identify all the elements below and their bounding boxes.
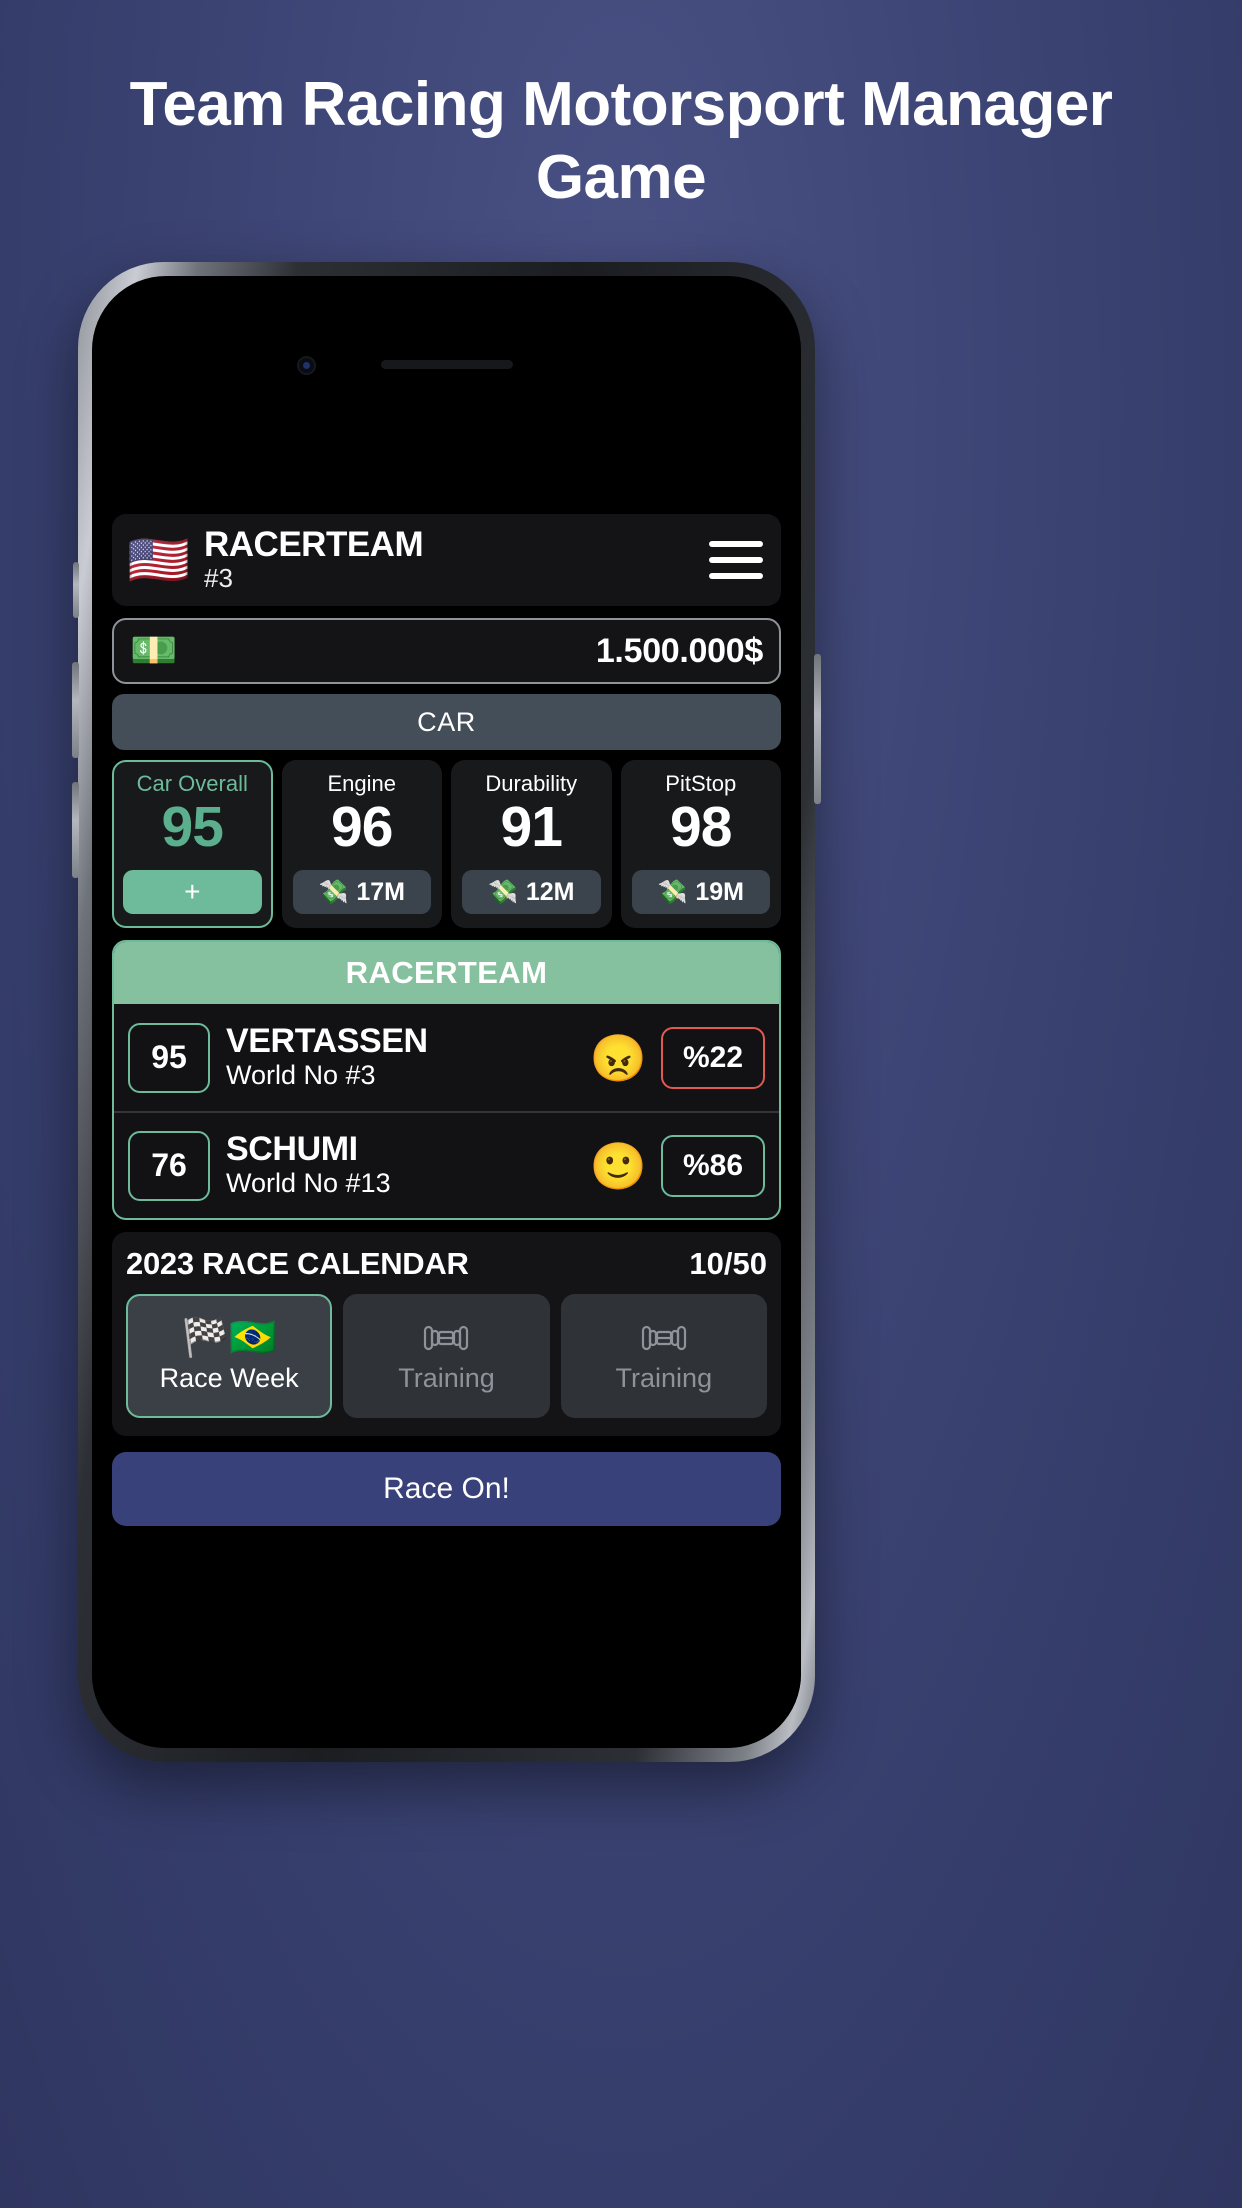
drivers-panel: RACERTEAM 95 VERTASSEN World No #3 😠 %22… [112,940,781,1220]
stat-cost-value: 17M [356,877,406,906]
stat-cost-chip[interactable]: 💸 19M [631,870,770,914]
app-screen: 🇺🇸 RACERTEAM #3 💵 1.500.000$ CAR Car Ove… [92,434,801,1748]
driver-info: VERTASSEN World No #3 [226,1023,590,1091]
driver-row[interactable]: 76 SCHUMI World No #13 🙂 %86 [114,1111,779,1218]
race-calendar-header: 2023 RACE CALENDAR 10/50 [126,1246,767,1282]
phone-mute-switch [73,562,79,618]
driver-row[interactable]: 95 VERTASSEN World No #3 😠 %22 [114,1004,779,1111]
race-on-button[interactable]: Race On! [112,1452,781,1526]
driver-name: VERTASSEN [226,1022,428,1061]
stat-value: 91 [500,795,563,860]
phone-earpiece-speaker [380,360,513,369]
stat-value: 96 [331,795,393,860]
driver-info: SCHUMI World No #13 [226,1131,590,1199]
stat-cost-value: 12M [525,877,575,906]
race-calendar-panel: 2023 RACE CALENDAR 10/50 🏁🇧🇷 Race Week T… [112,1232,781,1436]
stat-label: Engine [327,771,396,796]
stat-label: PitStop [665,771,737,796]
team-flag-icon: 🇺🇸 [128,532,190,588]
stat-label: Car Overall [136,771,248,796]
checkered-flag-and-country-flag-icon: 🏁🇧🇷 [181,1316,277,1359]
driver-name: SCHUMI [226,1130,358,1169]
calendar-tile-training-1[interactable]: Training [343,1294,550,1418]
driver-morale-badge: %22 [661,1026,765,1089]
marketing-headline: Team Racing Motorsport Manager Game [129,70,1113,213]
driver-morale-badge: %86 [661,1134,765,1197]
dumbbell-icon [641,1325,686,1350]
angry-face-icon: 😠 [589,1031,647,1084]
money-balance-value: 1.500.000$ [595,631,763,670]
stat-label: Durability [485,771,578,796]
calendar-tile-label: Race Week [159,1362,299,1393]
money-icon: 💸 [318,878,349,906]
calendar-tile-label: Training [398,1362,495,1393]
race-calendar-tiles: 🏁🇧🇷 Race Week Training Training [126,1294,767,1418]
tab-car-label: CAR [417,706,476,737]
team-name: RACERTEAM [204,525,424,564]
stat-cost-chip[interactable]: 💸 17M [292,870,431,914]
driver-world-rank: World No #3 [226,1060,376,1091]
team-header[interactable]: 🇺🇸 RACERTEAM #3 [112,514,781,606]
stat-card-pitstop[interactable]: PitStop 98 💸 19M [620,760,781,928]
money-icon: 💸 [487,878,518,906]
stat-card-durability[interactable]: Durability 91 💸 12M [451,760,612,928]
phone-volume-up-button [72,662,79,758]
car-stats-row: Car Overall 95 + Engine 96 💸 17M Durabil… [112,760,781,928]
race-on-label: Race On! [383,1472,510,1505]
calendar-tile-label: Training [615,1362,713,1393]
drivers-team-banner: RACERTEAM [114,942,779,1004]
race-calendar-progress: 10/50 [689,1246,767,1281]
hamburger-menu-icon[interactable] [707,538,765,582]
smiling-face-icon: 🙂 [589,1139,647,1192]
calendar-tile-training-2[interactable]: Training [560,1294,767,1418]
phone-volume-down-button [72,782,79,878]
money-icon: 💸 [657,878,688,906]
money-icon: 💵 [130,630,178,672]
driver-rating: 76 [128,1130,210,1201]
team-header-text: RACERTEAM #3 [204,525,707,594]
tab-car[interactable]: CAR [112,694,781,750]
phone-mockup: 🇺🇸 RACERTEAM #3 💵 1.500.000$ CAR Car Ove… [72,262,821,1762]
phone-front-camera [297,356,316,375]
stat-value: 95 [161,795,224,860]
race-calendar-title: 2023 RACE CALENDAR [126,1246,469,1281]
calendar-tile-race-week[interactable]: 🏁🇧🇷 Race Week [126,1294,333,1418]
money-balance-row: 💵 1.500.000$ [112,618,781,684]
stat-card-engine[interactable]: Engine 96 💸 17M [281,760,442,928]
team-rank: #3 [204,563,233,594]
stat-cost-value: 19M [695,877,745,906]
phone-power-button [814,654,821,804]
stat-value: 98 [670,795,732,860]
dumbbell-icon [424,1325,469,1350]
stat-cost-chip[interactable]: 💸 12M [462,870,601,914]
upgrade-plus-button[interactable]: + [123,870,262,914]
phone-screen-surface: 🇺🇸 RACERTEAM #3 💵 1.500.000$ CAR Car Ove… [92,276,801,1748]
driver-world-rank: World No #13 [226,1168,391,1199]
stat-card-car-overall[interactable]: Car Overall 95 + [112,760,273,928]
driver-rating: 95 [128,1022,210,1093]
